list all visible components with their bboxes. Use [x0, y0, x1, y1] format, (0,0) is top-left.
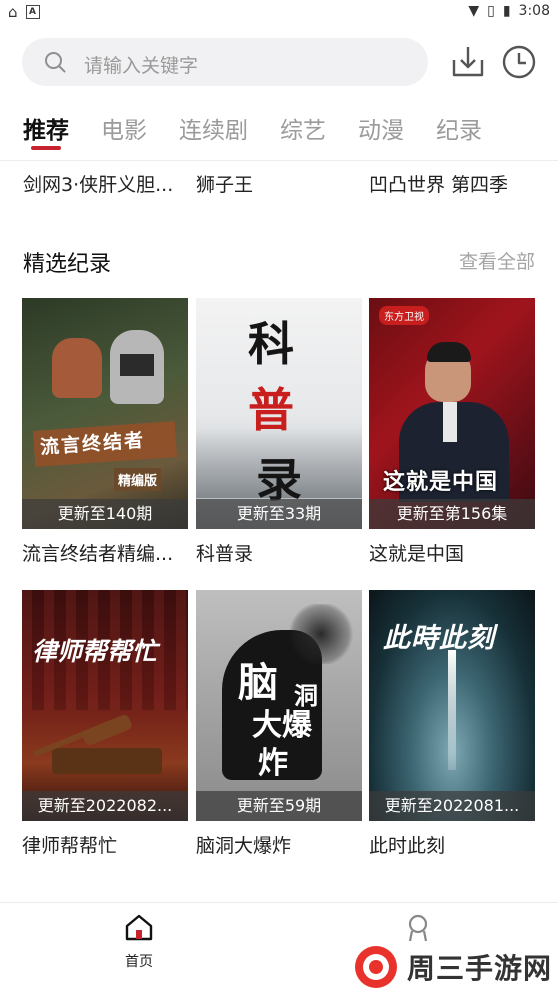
tab-variety[interactable]: 综艺: [280, 111, 326, 145]
media-card[interactable]: 流言终结者 精编版 更新至140期 流言终结者精编...: [22, 298, 188, 566]
media-card[interactable]: 脑 洞 大爆 炸 更新至59期 脑洞大爆炸: [196, 590, 362, 858]
poster-title: 普: [248, 383, 294, 437]
list-item-title[interactable]: 剑网3·侠肝义胆...: [23, 170, 173, 197]
wifi-icon: ▼: [468, 3, 480, 19]
poster-image: 律师帮帮忙 更新至2022082...: [22, 590, 188, 821]
update-badge: 更新至2022081...: [369, 791, 535, 821]
watermark: 周三手游网: [353, 944, 552, 990]
card-title: 脑洞大爆炸: [196, 835, 292, 857]
update-badge: 更新至33期: [196, 499, 362, 529]
tab-anime[interactable]: 动漫: [358, 111, 404, 145]
update-badge: 更新至第156集: [369, 499, 535, 529]
media-card[interactable]: 科 普 录 更新至33期 科普录: [196, 298, 362, 566]
profile-icon: [408, 914, 428, 942]
no-sim-icon: ▯: [487, 3, 495, 19]
update-badge: 更新至140期: [22, 499, 188, 529]
status-bar: ⌂ A ▼ ▯ ▮ 3:08: [0, 0, 558, 24]
watermark-text: 周三手游网: [406, 952, 552, 985]
poster-title: 此時此刻: [383, 623, 495, 654]
nav-home-label: 首页: [125, 954, 153, 970]
list-item-title[interactable]: 狮子王: [196, 170, 253, 197]
poster-title: 这就是中国: [383, 469, 499, 495]
search-placeholder: 请输入关键字: [84, 55, 199, 77]
card-title: 流言终结者精编...: [22, 543, 174, 565]
active-tab-indicator: [31, 146, 61, 150]
home-icon: [125, 914, 153, 941]
update-badge: 更新至2022082...: [22, 791, 188, 821]
tab-series[interactable]: 连续剧: [179, 111, 248, 145]
list-item-title[interactable]: 凹凸世界 第四季: [369, 170, 508, 197]
app-notification-icon: ⌂: [8, 3, 18, 21]
card-title: 此时此刻: [369, 835, 446, 857]
card-title: 律师帮帮忙: [22, 835, 118, 857]
status-time: 3:08: [518, 3, 550, 19]
tab-movie[interactable]: 电影: [101, 111, 147, 145]
poster-title: 律师帮帮忙: [32, 637, 158, 666]
view-all-link[interactable]: 查看全部: [459, 247, 535, 274]
media-card[interactable]: 律师帮帮忙 更新至2022082... 律师帮帮忙: [22, 590, 188, 858]
tab-documentary[interactable]: 纪录: [436, 111, 482, 145]
poster-image: 流言终结者 精编版 更新至140期: [22, 298, 188, 529]
poster-image: 此時此刻 更新至2022081...: [369, 590, 535, 821]
search-icon: [45, 52, 66, 73]
poster-image: 科 普 录 更新至33期: [196, 298, 362, 529]
watermark-logo-icon: [354, 946, 397, 988]
poster-subtitle: 精编版: [114, 468, 162, 491]
poster-title: 科: [248, 317, 294, 371]
poster-title: 炸: [258, 746, 288, 781]
card-title: 科普录: [196, 543, 254, 565]
history-clock-icon[interactable]: [499, 42, 539, 82]
media-card[interactable]: 东方卫视 这就是中国 更新至第156集 这就是中国: [369, 298, 535, 566]
nav-home[interactable]: 首页: [99, 913, 179, 971]
poster-image: 东方卫视 这就是中国 更新至第156集: [369, 298, 535, 529]
poster-image: 脑 洞 大爆 炸 更新至59期: [196, 590, 362, 821]
channel-logo: 东方卫视: [379, 306, 429, 325]
nav-profile[interactable]: [378, 913, 458, 947]
card-title: 这就是中国: [369, 543, 465, 565]
category-tabs: 推荐 电影 连续剧 综艺 动漫 纪录: [0, 108, 558, 161]
search-input[interactable]: 请输入关键字: [22, 38, 428, 86]
battery-icon: ▮: [502, 3, 511, 19]
update-badge: 更新至59期: [196, 791, 362, 821]
tab-recommend[interactable]: 推荐: [23, 111, 69, 145]
download-icon[interactable]: [448, 42, 488, 82]
a-notification-icon: A: [25, 5, 40, 19]
media-card[interactable]: 此時此刻 更新至2022081... 此时此刻: [369, 590, 535, 858]
section-title: 精选纪录: [23, 252, 112, 277]
